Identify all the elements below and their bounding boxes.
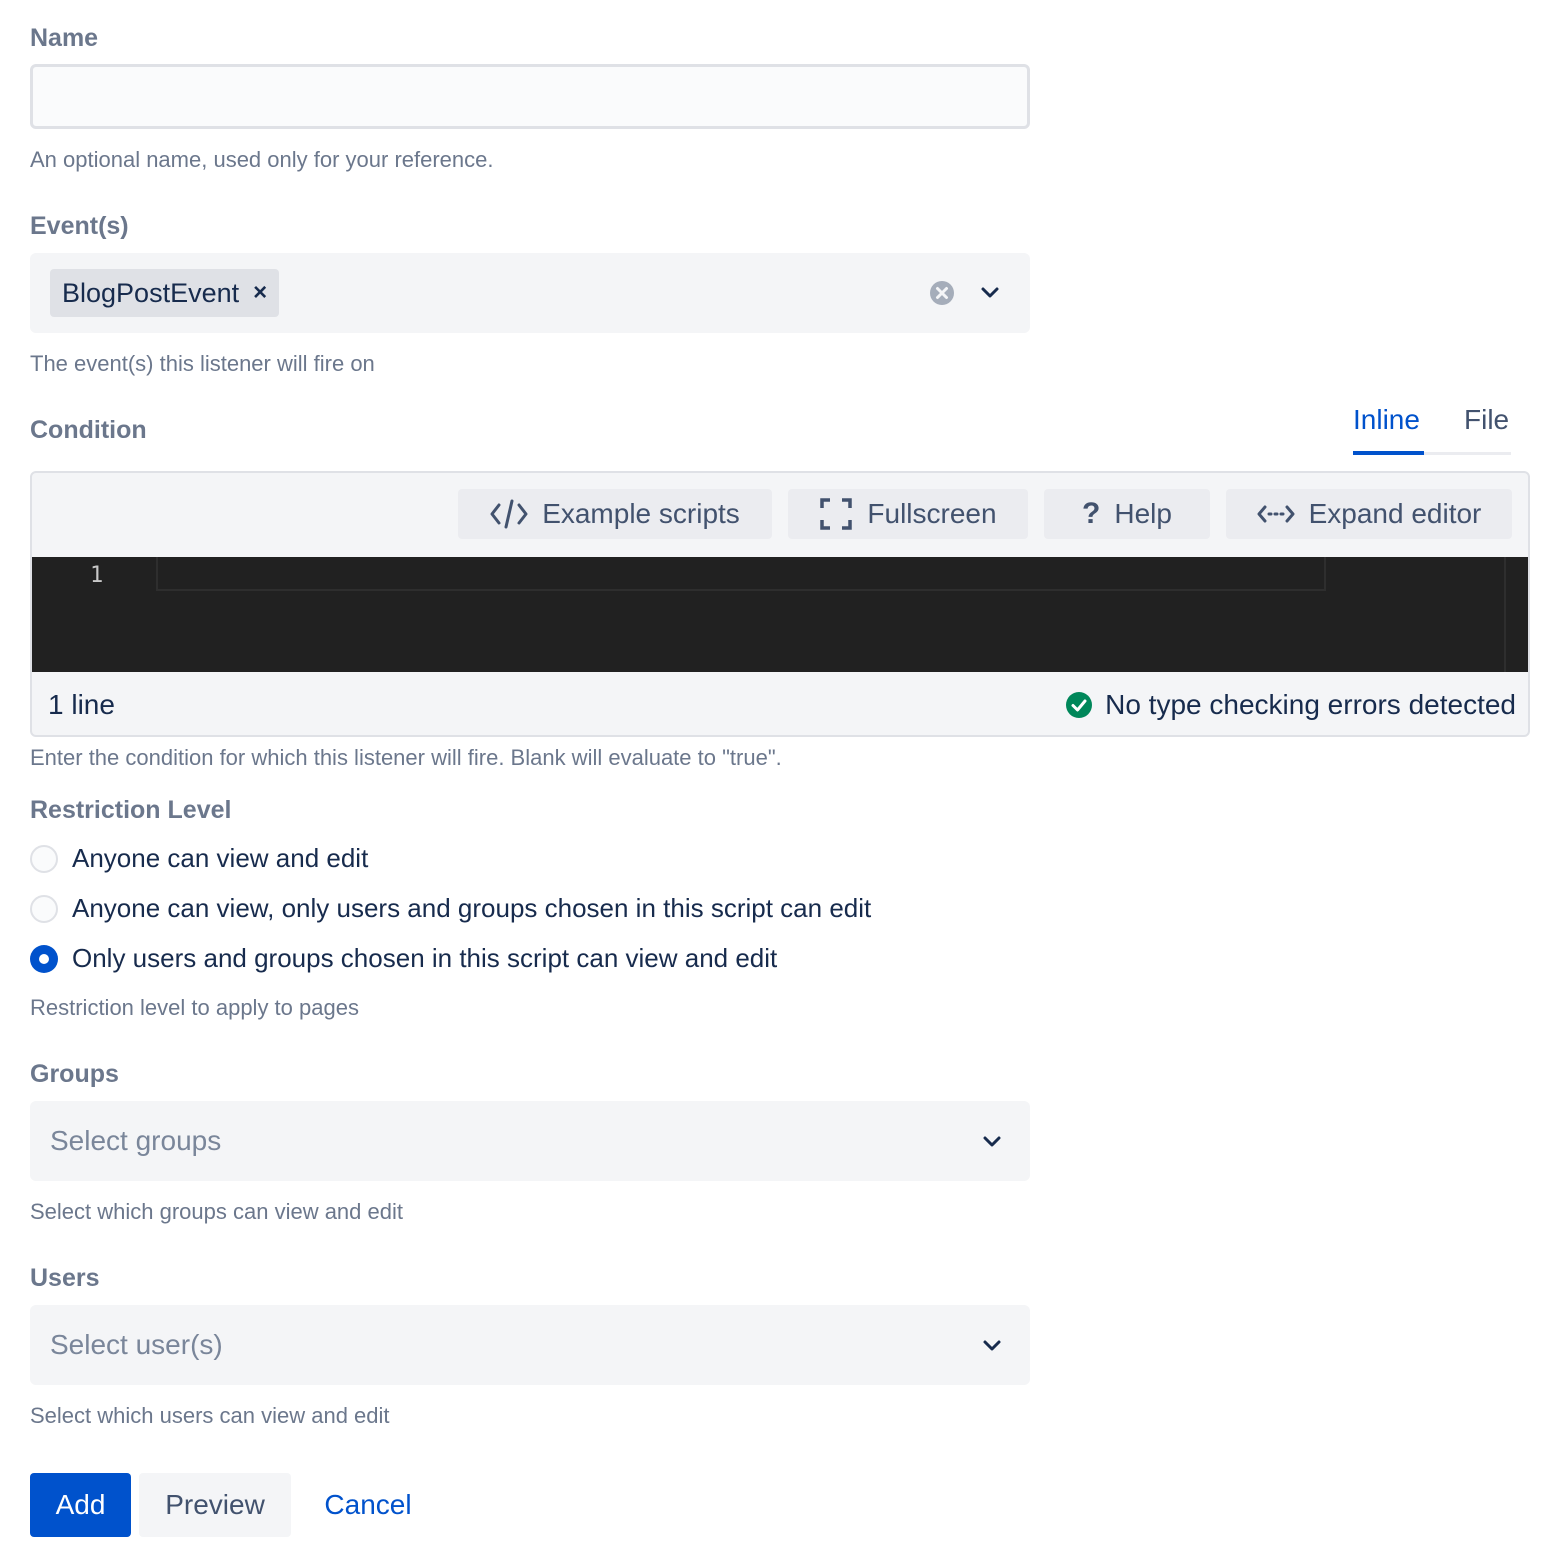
help-button[interactable]: ? Help xyxy=(1044,489,1210,539)
radio-option-restricted[interactable]: Only users and groups chosen in this scr… xyxy=(30,943,777,974)
add-button[interactable]: Add xyxy=(30,1473,131,1537)
events-label: Event(s) xyxy=(30,212,129,240)
expand-editor-label: Expand editor xyxy=(1308,498,1482,529)
example-scripts-label: Example scripts xyxy=(542,498,740,529)
fullscreen-button[interactable]: Fullscreen xyxy=(788,489,1028,539)
example-scripts-button[interactable]: Example scripts xyxy=(458,489,772,539)
users-placeholder: Select user(s) xyxy=(50,1329,223,1360)
name-help-text: An optional name, used only for your ref… xyxy=(30,147,494,172)
restriction-help-text: Restriction level to apply to pages xyxy=(30,995,359,1020)
chevron-down-icon xyxy=(983,1136,1001,1147)
users-label: Users xyxy=(30,1264,100,1292)
tab-file[interactable]: File xyxy=(1464,404,1509,436)
code-editor: Example scripts Fullscreen ? Help Expand… xyxy=(30,471,1530,737)
chevron-down-icon xyxy=(983,1340,1001,1351)
radio-button-selected[interactable] xyxy=(30,944,58,973)
code-icon xyxy=(490,499,528,529)
groups-select[interactable]: Select groups xyxy=(30,1101,1030,1181)
groups-placeholder: Select groups xyxy=(50,1125,222,1156)
remove-tag-icon[interactable]: × xyxy=(253,279,267,307)
radio-label: Anyone can view, only users and groups c… xyxy=(72,893,872,923)
code-input-area[interactable]: 1 xyxy=(32,557,1528,672)
chevron-down-icon[interactable] xyxy=(980,284,1000,300)
help-icon: ? xyxy=(1082,497,1101,530)
success-check-icon xyxy=(1066,691,1093,718)
radio-option-anyone-view[interactable]: Anyone can view, only users and groups c… xyxy=(30,893,871,924)
clear-icon[interactable] xyxy=(929,280,955,306)
users-select[interactable]: Select user(s) xyxy=(30,1305,1030,1385)
expand-editor-button[interactable]: Expand editor xyxy=(1226,489,1512,539)
fullscreen-icon xyxy=(820,498,853,530)
name-label: Name xyxy=(30,24,99,52)
expand-icon xyxy=(1257,505,1295,523)
radio-button[interactable] xyxy=(30,844,58,873)
radio-option-anyone-edit[interactable]: Anyone can view and edit xyxy=(30,843,368,874)
line-count: 1 line xyxy=(48,688,115,720)
condition-help-text: Enter the condition for which this liste… xyxy=(30,745,782,770)
editor-status-bar: 1 line No type checking errors detected xyxy=(32,672,1528,735)
groups-help-text: Select which groups can view and edit xyxy=(30,1199,403,1224)
type-check-status: No type checking errors detected xyxy=(1065,689,1516,721)
cancel-button[interactable]: Cancel xyxy=(305,1473,431,1537)
tab-inline[interactable]: Inline xyxy=(1353,404,1420,436)
events-help-text: The event(s) this listener will fire on xyxy=(30,351,375,376)
restriction-level-label: Restriction Level xyxy=(30,796,232,824)
condition-label: Condition xyxy=(30,416,147,444)
type-check-label: No type checking errors detected xyxy=(1105,688,1516,720)
radio-label: Only users and groups chosen in this scr… xyxy=(72,943,778,973)
tab-inline-underline xyxy=(1353,451,1424,455)
name-input[interactable] xyxy=(30,64,1030,129)
radio-button[interactable] xyxy=(30,894,58,923)
groups-label: Groups xyxy=(30,1060,119,1088)
preview-button[interactable]: Preview xyxy=(139,1473,291,1537)
users-help-text: Select which users can view and edit xyxy=(30,1403,390,1428)
editor-scrollbar[interactable] xyxy=(1504,557,1506,672)
fullscreen-label: Fullscreen xyxy=(867,498,997,529)
event-tag: BlogPostEvent × xyxy=(50,269,280,317)
line-number: 1 xyxy=(90,563,104,588)
radio-label: Anyone can view and edit xyxy=(72,843,369,873)
help-label: Help xyxy=(1114,498,1172,529)
event-tag-label: BlogPostEvent xyxy=(62,277,240,308)
active-line-highlight xyxy=(156,557,1326,591)
